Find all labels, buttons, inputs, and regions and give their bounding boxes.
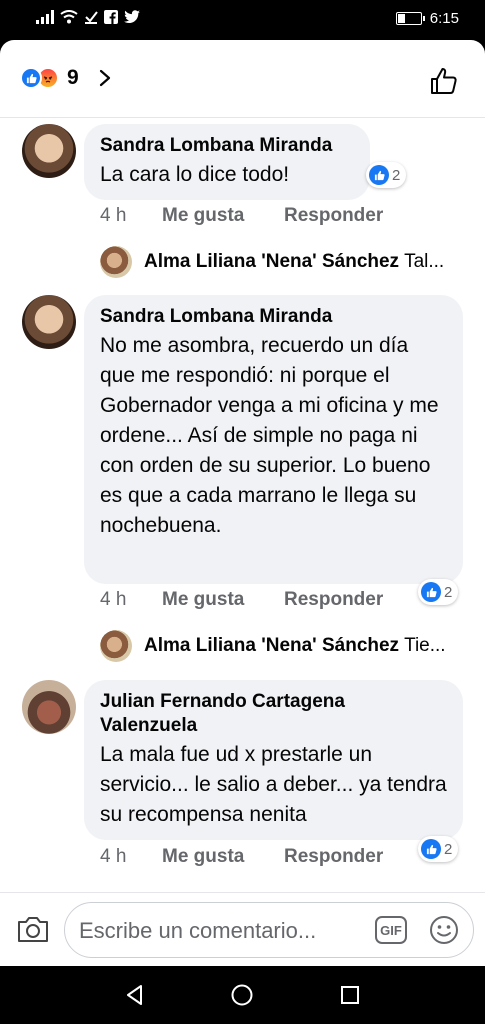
gif-button[interactable]: GIF <box>375 916 407 944</box>
status-time: 6:15 <box>429 10 459 27</box>
comment-author[interactable]: Sandra Lombana Miranda <box>100 305 447 329</box>
comment-likes-badge[interactable]: 2 <box>366 162 407 188</box>
avatar <box>100 246 132 278</box>
comment-time: 4 h <box>100 846 127 867</box>
download-icon <box>85 11 98 24</box>
comment-text: La cara lo dice todo! <box>100 163 290 186</box>
reply-preview[interactable]: Alma Liliana 'Nena' Sánchez Tal... <box>100 246 465 278</box>
reply-button[interactable]: Responder <box>284 205 383 227</box>
battery-icon <box>395 12 425 25</box>
like-thumb-icon[interactable] <box>429 66 459 96</box>
system-nav-bar <box>0 966 485 1024</box>
likes-count: 2 <box>444 583 453 601</box>
comment-text: No me asombra, recuerdo un día que me re… <box>100 334 439 537</box>
like-badge-icon <box>421 839 441 859</box>
facebook-icon <box>104 10 118 24</box>
recents-icon[interactable] <box>339 984 361 1006</box>
comment-likes-badge[interactable]: 2 <box>418 836 459 862</box>
like-reaction-icon <box>20 67 42 89</box>
like-badge-icon <box>421 582 441 602</box>
avatar[interactable] <box>22 295 76 349</box>
reply-author: Alma Liliana 'Nena' Sánchez <box>144 635 400 656</box>
twitter-icon <box>124 10 140 23</box>
reply-button[interactable]: Responder <box>284 589 383 611</box>
signal-icon <box>36 10 54 24</box>
reactions-count: 9 <box>67 66 79 89</box>
comment-time: 4 h <box>100 205 127 226</box>
reply-author: Alma Liliana 'Nena' Sánchez <box>144 251 400 272</box>
status-icons-right: 6:15 <box>395 10 459 27</box>
wifi-icon <box>60 10 78 24</box>
status-icons-left <box>36 10 140 24</box>
home-icon[interactable] <box>231 984 253 1006</box>
comment-likes-badge[interactable]: 2 <box>418 579 459 605</box>
reply-preview[interactable]: Alma Liliana 'Nena' Sánchez Tie... <box>100 630 465 662</box>
reply-text: Tal... <box>404 251 445 272</box>
comment-actions: 4 h Me gusta Responder <box>100 205 383 227</box>
back-icon[interactable] <box>124 984 146 1006</box>
avatar <box>100 630 132 662</box>
reactions-summary[interactable]: 9 <box>20 66 79 90</box>
comment-input[interactable]: Escribe un comentario... GIF <box>64 902 474 958</box>
comment-bubble: Sandra Lombana Miranda La cara lo dice t… <box>84 124 370 200</box>
comment-author[interactable]: Sandra Lombana Miranda <box>100 134 354 158</box>
chevron-right-icon[interactable] <box>96 69 114 87</box>
avatar[interactable] <box>22 680 76 734</box>
like-button[interactable]: Me gusta <box>162 205 284 227</box>
reply-button[interactable]: Responder <box>284 846 383 868</box>
comment-author[interactable]: Julian Fernando Cartagena Valenzuela <box>100 690 447 738</box>
comment-actions: 4 h Me gusta Responder <box>100 846 383 868</box>
reactions-header: 9 <box>0 40 485 118</box>
comment-time: 4 h <box>100 589 127 610</box>
comment-input-placeholder: Escribe un comentario... <box>79 918 317 943</box>
comment-text: La mala fue ud x prestarle un servicio..… <box>100 743 447 826</box>
like-badge-icon <box>369 165 389 185</box>
avatar[interactable] <box>22 124 76 178</box>
camera-icon[interactable] <box>16 914 50 944</box>
reply-text: Tie... <box>404 635 446 656</box>
emoji-icon[interactable] <box>429 915 459 945</box>
comments-sheet: 9 Sandra Lombana Miranda La cara lo dice… <box>0 40 485 966</box>
status-bar: 6:15 <box>0 0 485 40</box>
likes-count: 2 <box>392 166 401 184</box>
header-divider <box>0 117 485 118</box>
comment-actions: 4 h Me gusta Responder <box>100 589 383 611</box>
like-button[interactable]: Me gusta <box>162 846 284 868</box>
comment-bubble: Sandra Lombana Miranda No me asombra, re… <box>84 295 463 584</box>
composer-divider <box>0 892 485 893</box>
likes-count: 2 <box>444 840 453 858</box>
like-button[interactable]: Me gusta <box>162 589 284 611</box>
comment-bubble: Julian Fernando Cartagena Valenzuela La … <box>84 680 463 840</box>
